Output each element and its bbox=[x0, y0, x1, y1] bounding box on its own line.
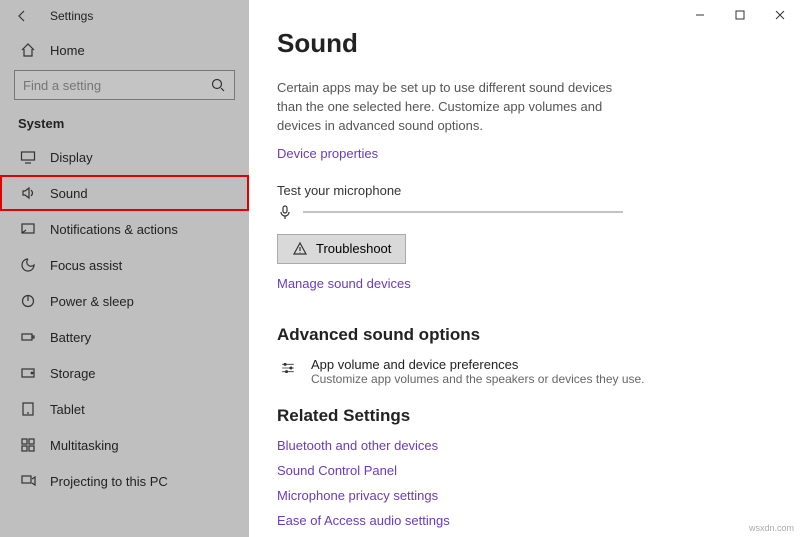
sidebar-item-storage[interactable]: Storage bbox=[0, 355, 249, 391]
home-icon bbox=[20, 42, 36, 58]
minimize-button[interactable] bbox=[680, 0, 720, 30]
close-button[interactable] bbox=[760, 0, 800, 30]
titlebar: Settings bbox=[0, 0, 249, 32]
notifications-icon bbox=[20, 221, 36, 237]
focus-assist-icon bbox=[20, 257, 36, 273]
sidebar-item-tablet[interactable]: Tablet bbox=[0, 391, 249, 427]
sidebar-item-sound[interactable]: Sound bbox=[0, 175, 249, 211]
sidebar-item-label: Sound bbox=[50, 186, 88, 201]
sidebar-item-label: Battery bbox=[50, 330, 91, 345]
sidebar-item-display[interactable]: Display bbox=[0, 139, 249, 175]
sidebar-item-focus-assist[interactable]: Focus assist bbox=[0, 247, 249, 283]
pref-subtitle: Customize app volumes and the speakers o… bbox=[311, 372, 645, 386]
search-icon bbox=[210, 77, 226, 93]
mic-test-row bbox=[277, 204, 772, 220]
sliders-icon bbox=[277, 357, 299, 379]
related-links: Bluetooth and other devices Sound Contro… bbox=[277, 438, 772, 528]
search-container bbox=[0, 64, 249, 104]
sidebar-item-label: Storage bbox=[50, 366, 96, 381]
sound-description: Certain apps may be set up to use differ… bbox=[277, 79, 637, 136]
mic-level-bar bbox=[303, 211, 623, 213]
related-heading: Related Settings bbox=[277, 406, 772, 426]
sidebar-item-battery[interactable]: Battery bbox=[0, 319, 249, 355]
search-input[interactable] bbox=[23, 78, 196, 93]
display-icon bbox=[20, 149, 36, 165]
sidebar-item-notifications[interactable]: Notifications & actions bbox=[0, 211, 249, 247]
related-link-ease-of-access[interactable]: Ease of Access audio settings bbox=[277, 513, 772, 528]
tablet-icon bbox=[20, 401, 36, 417]
search-box[interactable] bbox=[14, 70, 235, 100]
sidebar-item-label: Focus assist bbox=[50, 258, 122, 273]
settings-window: Settings Home System Display bbox=[0, 0, 800, 537]
arrow-left-icon bbox=[14, 8, 30, 24]
sidebar-item-power-sleep[interactable]: Power & sleep bbox=[0, 283, 249, 319]
multitasking-icon bbox=[20, 437, 36, 453]
power-icon bbox=[20, 293, 36, 309]
sidebar-item-label: Power & sleep bbox=[50, 294, 134, 309]
sidebar-item-label: Multitasking bbox=[50, 438, 119, 453]
watermark: wsxdn.com bbox=[749, 523, 794, 533]
maximize-button[interactable] bbox=[720, 0, 760, 30]
sidebar-item-label: Projecting to this PC bbox=[50, 474, 168, 489]
advanced-heading: Advanced sound options bbox=[277, 325, 772, 345]
sound-icon bbox=[20, 185, 36, 201]
back-button[interactable] bbox=[12, 6, 32, 26]
nav-list: Display Sound Notifications & actions Fo… bbox=[0, 139, 249, 499]
troubleshoot-button[interactable]: Troubleshoot bbox=[277, 234, 406, 264]
app-title: Settings bbox=[50, 9, 93, 23]
related-link-bluetooth[interactable]: Bluetooth and other devices bbox=[277, 438, 772, 453]
related-link-sound-control-panel[interactable]: Sound Control Panel bbox=[277, 463, 772, 478]
battery-icon bbox=[20, 329, 36, 345]
sidebar-item-label: Display bbox=[50, 150, 93, 165]
sidebar-item-label: Notifications & actions bbox=[50, 222, 178, 237]
sidebar-item-label: Tablet bbox=[50, 402, 85, 417]
related-link-mic-privacy[interactable]: Microphone privacy settings bbox=[277, 488, 772, 503]
microphone-icon bbox=[277, 204, 293, 220]
storage-icon bbox=[20, 365, 36, 381]
content: Sound Certain apps may be set up to use … bbox=[249, 0, 800, 537]
app-volume-preferences[interactable]: App volume and device preferences Custom… bbox=[277, 357, 772, 386]
main-panel: Sound Certain apps may be set up to use … bbox=[249, 0, 800, 537]
section-label: System bbox=[0, 104, 249, 139]
home-label: Home bbox=[50, 43, 85, 58]
sidebar: Settings Home System Display bbox=[0, 0, 249, 537]
test-mic-label: Test your microphone bbox=[277, 183, 772, 198]
home-nav[interactable]: Home bbox=[0, 36, 249, 64]
device-properties-link[interactable]: Device properties bbox=[277, 146, 378, 161]
sidebar-item-multitasking[interactable]: Multitasking bbox=[0, 427, 249, 463]
warning-icon bbox=[292, 241, 308, 257]
sidebar-item-projecting[interactable]: Projecting to this PC bbox=[0, 463, 249, 499]
projecting-icon bbox=[20, 473, 36, 489]
page-title: Sound bbox=[277, 28, 772, 59]
pref-title: App volume and device preferences bbox=[311, 357, 645, 372]
window-controls bbox=[680, 0, 800, 30]
troubleshoot-label: Troubleshoot bbox=[316, 241, 391, 256]
manage-sound-devices-link[interactable]: Manage sound devices bbox=[277, 276, 411, 291]
